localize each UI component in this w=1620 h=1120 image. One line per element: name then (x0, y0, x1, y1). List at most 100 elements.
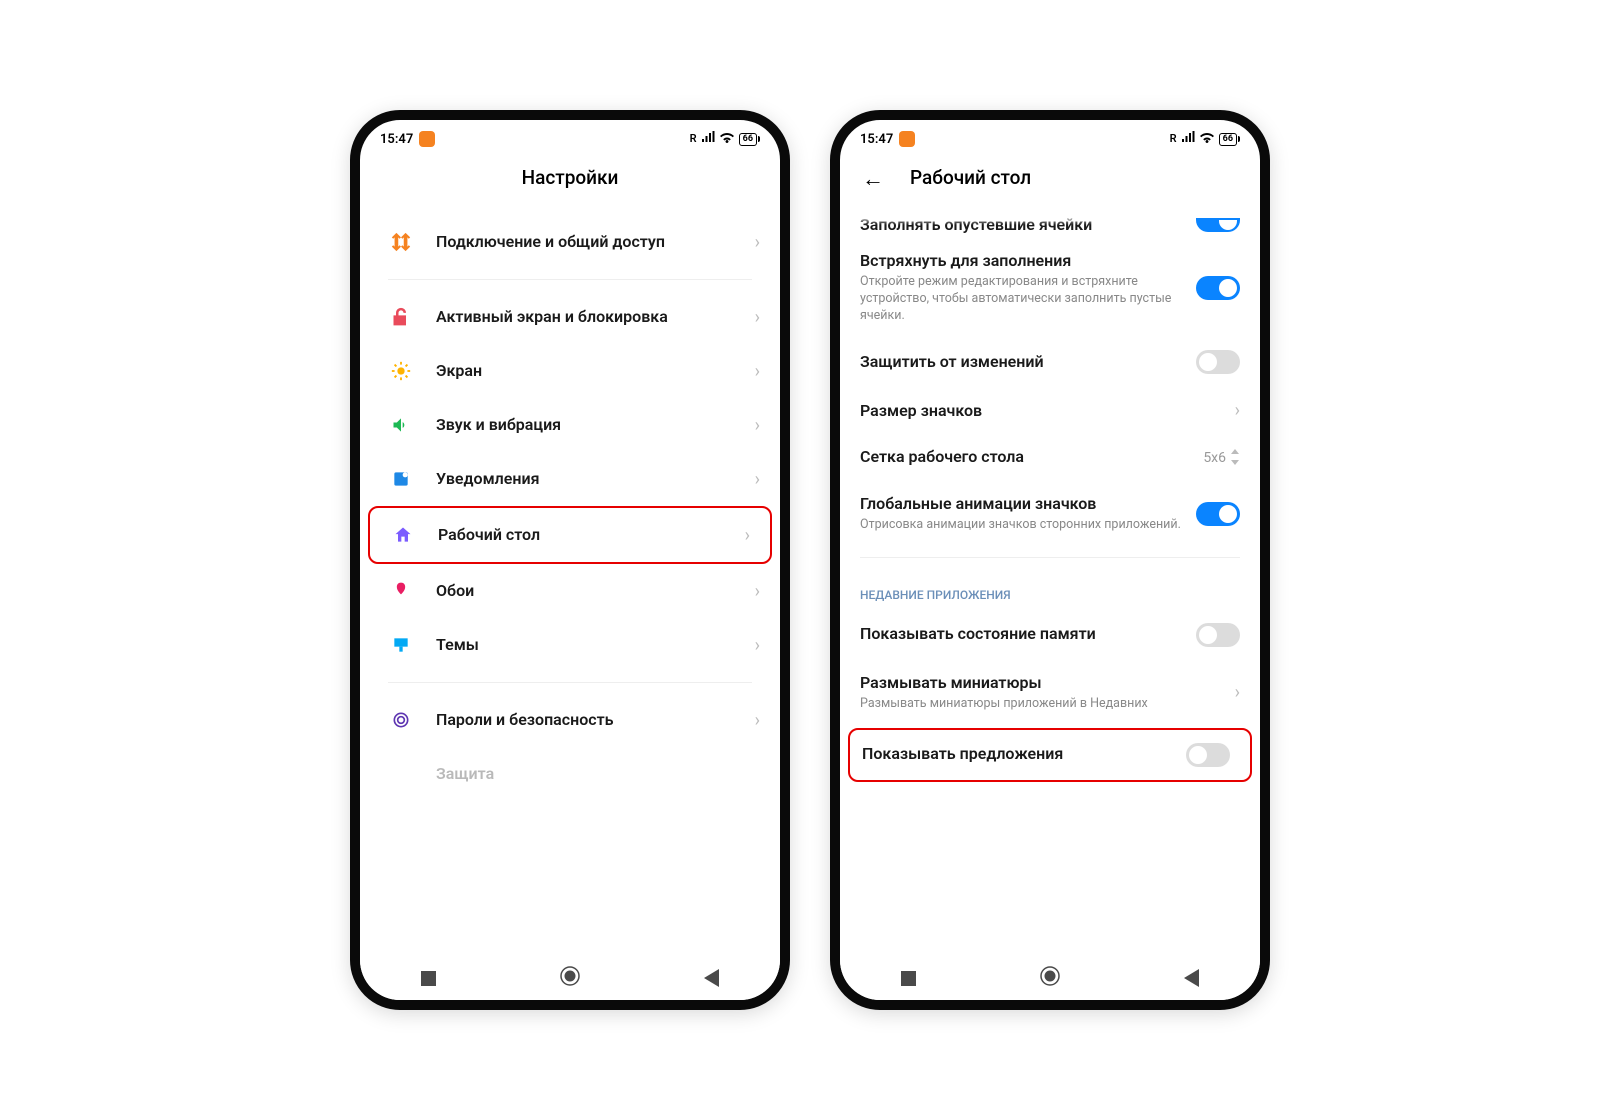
app-indicator-icon (899, 131, 915, 147)
chevron-right-icon: › (1235, 682, 1240, 703)
chevron-right-icon: › (755, 635, 760, 656)
status-left: 15:47 (860, 131, 915, 147)
setting-title: Показывать состояние памяти (860, 624, 1186, 645)
setting-cutoff-top[interactable]: Заполнять опустевшие ячейки (840, 215, 1260, 238)
toggle-switch[interactable] (1196, 218, 1240, 232)
setting-title: Заполнять опустевшие ячейки (860, 215, 1196, 234)
signal-icon (701, 131, 715, 147)
setting-protect[interactable]: Защитить от изменений (840, 337, 1260, 387)
battery-icon: 66 (739, 133, 760, 146)
status-time: 15:47 (380, 132, 413, 147)
chevron-right-icon: › (1235, 400, 1240, 421)
settings-label: Защита (436, 764, 760, 785)
settings-label: Пароли и безопасность (436, 710, 755, 731)
sun-icon (388, 358, 414, 384)
battery-icon: 66 (1219, 133, 1240, 146)
nav-home-icon[interactable] (559, 965, 581, 991)
back-arrow-icon[interactable]: ← (862, 166, 884, 192)
app-indicator-icon (419, 131, 435, 147)
settings-item-display[interactable]: Экран › (360, 344, 780, 398)
setting-title: Сетка рабочего стола (860, 447, 1193, 468)
nav-bar (840, 956, 1260, 1000)
setting-title: Защитить от изменений (860, 352, 1186, 373)
setting-subtitle: Размывать миниатюры приложений в Недавни… (860, 696, 1225, 713)
divider (388, 682, 752, 683)
nav-back-icon[interactable] (1184, 969, 1199, 987)
settings-item-security[interactable]: Пароли и безопасность › (360, 693, 780, 747)
setting-icon-size[interactable]: Размер значков › (840, 387, 1260, 434)
signal-type: R (1170, 132, 1177, 145)
settings-label: Экран (436, 361, 755, 382)
page-title-text: Рабочий стол (910, 166, 1031, 189)
setting-title: Размер значков (860, 401, 1225, 422)
themes-icon (388, 632, 414, 658)
home-icon (390, 522, 416, 548)
phone-right: 15:47 R 66 ← Рабочий стол Заполнять опус… (830, 110, 1270, 1010)
lock-icon (388, 304, 414, 330)
settings-item-wallpaper[interactable]: Обои › (360, 564, 780, 618)
chevron-right-icon: › (745, 525, 750, 546)
settings-label: Активный экран и блокировка (436, 307, 755, 328)
settings-item-notifications[interactable]: Уведомления › (360, 452, 780, 506)
setting-blur-thumbnails[interactable]: Размывать миниатюры Размывать миниатюры … (840, 660, 1260, 726)
notification-icon (388, 466, 414, 492)
highlight-suggestions: Показывать предложения (848, 728, 1252, 782)
setting-grid[interactable]: Сетка рабочего стола 5x6 (840, 434, 1260, 481)
toggle-switch[interactable] (1196, 623, 1240, 647)
setting-value: 5x6 (1203, 450, 1226, 466)
settings-label: Подключение и общий доступ (436, 232, 755, 253)
wallpaper-icon (388, 578, 414, 604)
connection-icon (388, 229, 414, 255)
toggle-switch[interactable] (1186, 743, 1230, 767)
fingerprint-icon (388, 707, 414, 733)
settings-label: Темы (436, 635, 755, 656)
nav-back-icon[interactable] (704, 969, 719, 987)
chevron-right-icon: › (755, 469, 760, 490)
nav-bar (360, 956, 780, 1000)
toggle-switch[interactable] (1196, 350, 1240, 374)
chevron-right-icon: › (755, 581, 760, 602)
toggle-switch[interactable] (1196, 502, 1240, 526)
page-title: ← Рабочий стол (840, 154, 1260, 215)
status-right: R 66 (690, 131, 760, 147)
signal-type: R (690, 132, 697, 145)
wifi-icon (1199, 131, 1215, 147)
settings-item-themes[interactable]: Темы › (360, 618, 780, 672)
chevron-right-icon: › (755, 361, 760, 382)
setting-subtitle: Откройте режим редактирования и встряхни… (860, 274, 1186, 325)
wifi-icon (719, 131, 735, 147)
signal-icon (1181, 131, 1195, 147)
phone-left: 15:47 R 66 Настройки Подключение и (350, 110, 790, 1010)
setting-shake-to-fill[interactable]: Встряхнуть для заполнения Откройте режим… (840, 238, 1260, 337)
nav-recent-icon[interactable] (421, 971, 436, 986)
settings-item-cutoff[interactable]: Защита (360, 747, 780, 801)
settings-label: Обои (436, 581, 755, 602)
section-header-recent: НЕДАВНИЕ ПРИЛОЖЕНИЯ (840, 568, 1260, 610)
settings-item-sound[interactable]: Звук и вибрация › (360, 398, 780, 452)
divider (388, 279, 752, 280)
status-time: 15:47 (860, 132, 893, 147)
nav-recent-icon[interactable] (901, 971, 916, 986)
status-bar: 15:47 R 66 (840, 120, 1260, 154)
toggle-switch[interactable] (1196, 276, 1240, 300)
setting-title: Размывать миниатюры (860, 673, 1225, 694)
settings-item-connection[interactable]: Подключение и общий доступ › (360, 215, 780, 269)
shield-icon (388, 761, 414, 787)
battery-level: 66 (739, 133, 757, 146)
status-bar: 15:47 R 66 (360, 120, 780, 154)
settings-label: Уведомления (436, 469, 755, 490)
updown-icon (1230, 449, 1240, 466)
page-title: Настройки (360, 154, 780, 215)
setting-title: Показывать предложения (862, 744, 1176, 765)
chevron-right-icon: › (755, 710, 760, 731)
nav-home-icon[interactable] (1039, 965, 1061, 991)
divider (860, 557, 1240, 558)
highlight-desktop: Рабочий стол › (368, 506, 772, 564)
setting-memory-status[interactable]: Показывать состояние памяти (840, 610, 1260, 660)
setting-global-animations[interactable]: Глобальные анимации значков Отрисовка ан… (840, 481, 1260, 547)
settings-item-lockscreen[interactable]: Активный экран и блокировка › (360, 290, 780, 344)
status-left: 15:47 (380, 131, 435, 147)
setting-show-suggestions[interactable]: Показывать предложения (850, 730, 1250, 780)
chevron-right-icon: › (755, 307, 760, 328)
settings-item-desktop[interactable]: Рабочий стол › (370, 508, 770, 562)
